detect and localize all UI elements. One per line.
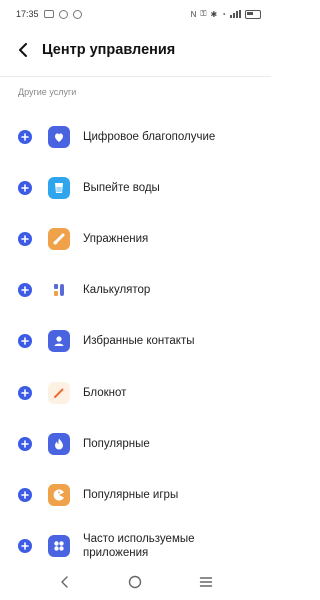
section-label: Другие услуги	[18, 87, 77, 97]
apps-grid-icon	[48, 535, 70, 558]
header: Центр управления	[0, 28, 271, 72]
water-cup-icon	[48, 176, 70, 199]
calculator-icon	[48, 279, 70, 301]
add-button[interactable]	[18, 129, 32, 144]
item-label: Часто используемые приложения	[83, 533, 195, 560]
digital-wellbeing-icon	[48, 125, 70, 148]
silent-icon: ◔	[221, 9, 226, 19]
item-label: Цифровое благополучие	[83, 130, 216, 143]
list-item-digital-wellbeing[interactable]: Цифровое благополучие	[0, 111, 271, 162]
add-button[interactable]	[18, 487, 32, 502]
add-button[interactable]	[18, 231, 32, 246]
menu-nav-icon[interactable]	[196, 572, 216, 592]
message-icon	[43, 10, 54, 18]
add-button[interactable]	[18, 539, 32, 554]
battery-icon	[245, 9, 261, 19]
clock-icon	[72, 9, 82, 19]
status-time: 17:35	[16, 9, 39, 19]
games-icon	[48, 483, 70, 506]
list-item-popular[interactable]: Популярные	[0, 418, 271, 469]
add-button[interactable]	[18, 180, 32, 195]
back-nav-icon[interactable]	[55, 572, 75, 592]
navigation-bar	[0, 564, 271, 600]
item-label: Выпейте воды	[83, 181, 160, 194]
list-item-exercise[interactable]: Упражнения	[0, 213, 271, 264]
signal-icon	[230, 10, 241, 18]
list-item-calculator[interactable]: Калькулятор	[0, 265, 271, 316]
add-button[interactable]	[18, 436, 32, 451]
item-label: Упражнения	[83, 232, 149, 245]
contacts-icon	[48, 330, 70, 353]
key-icon: ⚿	[200, 9, 207, 18]
services-list: Цифровое благополучие Выпейте воды Упраж…	[0, 111, 271, 572]
add-button[interactable]	[18, 385, 32, 400]
notification-icon	[58, 9, 68, 19]
add-button[interactable]	[18, 283, 32, 298]
home-nav-icon[interactable]	[125, 572, 145, 592]
item-label: Избранные контакты	[83, 335, 195, 348]
exercise-icon	[48, 227, 70, 250]
list-item-drink-water[interactable]: Выпейте воды	[0, 162, 271, 213]
notepad-icon	[48, 381, 70, 404]
add-button[interactable]	[18, 334, 32, 349]
popular-flame-icon	[48, 432, 70, 455]
item-label: Популярные	[83, 437, 150, 450]
item-label: Популярные игры	[83, 488, 179, 501]
list-item-popular-games[interactable]: Популярные игры	[0, 469, 271, 520]
status-bar: 17:35 N ⚿ ✱ ◔	[0, 0, 271, 28]
nfc-indicator: N	[190, 9, 197, 19]
item-label: Калькулятор	[83, 284, 151, 297]
list-item-favorite-contacts[interactable]: Избранные контакты	[0, 316, 271, 367]
page-title: Центр управления	[42, 42, 176, 58]
item-label: Блокнот	[83, 386, 127, 399]
back-arrow-icon[interactable]	[14, 41, 32, 59]
list-item-notepad[interactable]: Блокнот	[0, 367, 271, 418]
bluetooth-icon: ✱	[210, 9, 218, 19]
